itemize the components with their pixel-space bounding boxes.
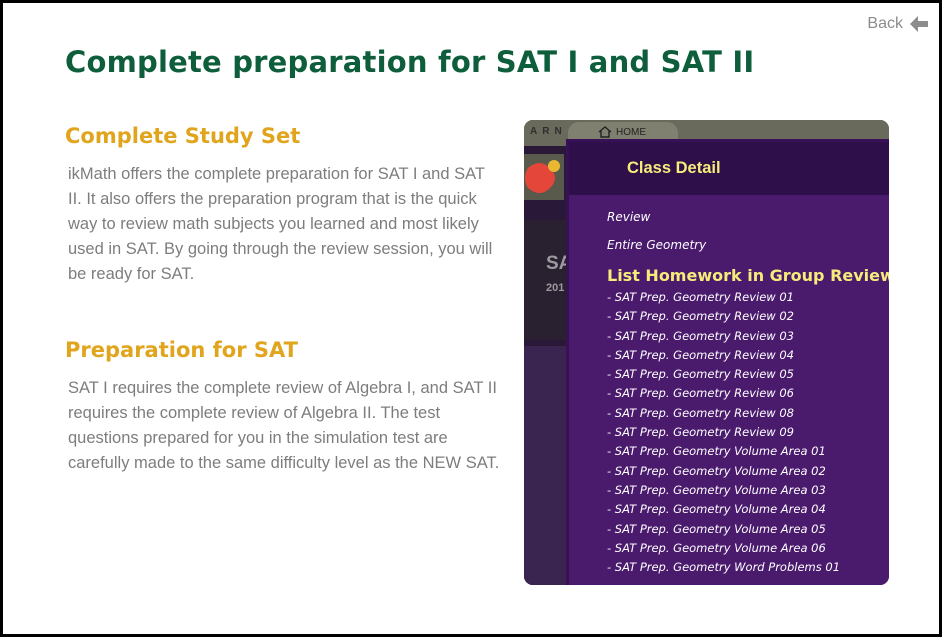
homework-item[interactable]: - SAT Prep. Geometry Volume Area 02 xyxy=(607,462,889,481)
homework-item[interactable]: - SAT Prep. Geometry Review 02 xyxy=(607,307,889,326)
homework-item[interactable]: - SAT Prep. Geometry Volume Area 06 xyxy=(607,539,889,558)
background-subtitle: 201 xyxy=(546,282,565,294)
homework-item[interactable]: - SAT Prep. Geometry Review 05 xyxy=(607,365,889,384)
section-heading: Complete Study Set xyxy=(65,124,301,148)
section-body: ikMath offers the complete preparation f… xyxy=(68,165,493,283)
homework-list: - SAT Prep. Geometry Review 01 - SAT Pre… xyxy=(607,288,889,577)
homework-list-title: List Homework in Group Review Geo xyxy=(607,266,889,285)
app-logo-icon xyxy=(524,154,564,200)
homework-item[interactable]: - SAT Prep. Geometry Review 08 xyxy=(607,404,889,423)
section-study-set: Complete Study Set ikMath offers the com… xyxy=(65,124,505,287)
home-tab-label: HOME xyxy=(598,126,646,138)
homework-item[interactable]: - SAT Prep. Geometry Volume Area 01 xyxy=(607,442,889,461)
page-title: Complete preparation for SAT I and SAT I… xyxy=(65,45,755,79)
dialog-header: Class Detail xyxy=(569,142,889,195)
homework-item[interactable]: - SAT Prep. Geometry Volume Area 03 xyxy=(607,481,889,500)
back-button[interactable]: Back xyxy=(867,15,929,33)
homework-item[interactable]: - SAT Prep. Geometry Word Problems 01 xyxy=(607,558,889,577)
back-label: Back xyxy=(867,15,903,32)
class-detail-dialog: Class Detail Review Entire Geometry List… xyxy=(566,139,889,585)
home-label: HOME xyxy=(616,126,646,138)
dialog-body: Review Entire Geometry List Homework in … xyxy=(569,195,889,577)
homework-item[interactable]: - SAT Prep. Geometry Review 03 xyxy=(607,327,889,346)
background-panel xyxy=(524,220,566,340)
dialog-meta-review: Review xyxy=(607,210,651,224)
homework-item[interactable]: - SAT Prep. Geometry Volume Area 04 xyxy=(607,500,889,519)
section-heading: Preparation for SAT xyxy=(65,338,298,362)
page-frame: Back Complete preparation for SAT I and … xyxy=(0,0,942,637)
homework-item[interactable]: - SAT Prep. Geometry Review 01 xyxy=(607,288,889,307)
homework-item[interactable]: - SAT Prep. Geometry Volume Area 05 xyxy=(607,520,889,539)
screenshot-brand: ARN xyxy=(530,126,567,137)
home-icon xyxy=(598,126,612,138)
section-preparation: Preparation for SAT SAT I requires the c… xyxy=(65,338,505,476)
arrow-left-icon xyxy=(910,16,928,32)
section-body: SAT I requires the complete review of Al… xyxy=(68,379,500,472)
dialog-title: Class Detail xyxy=(627,159,721,177)
dialog-meta-subject: Entire Geometry xyxy=(607,238,707,252)
homework-item[interactable]: - SAT Prep. Geometry Review 06 xyxy=(607,384,889,403)
homework-item[interactable]: - SAT Prep. Geometry Review 09 xyxy=(607,423,889,442)
background-band xyxy=(524,346,566,585)
homework-item[interactable]: - SAT Prep. Geometry Review 04 xyxy=(607,346,889,365)
app-screenshot: ARN HOME SA 201 Class Detail Review Enti… xyxy=(524,120,889,585)
